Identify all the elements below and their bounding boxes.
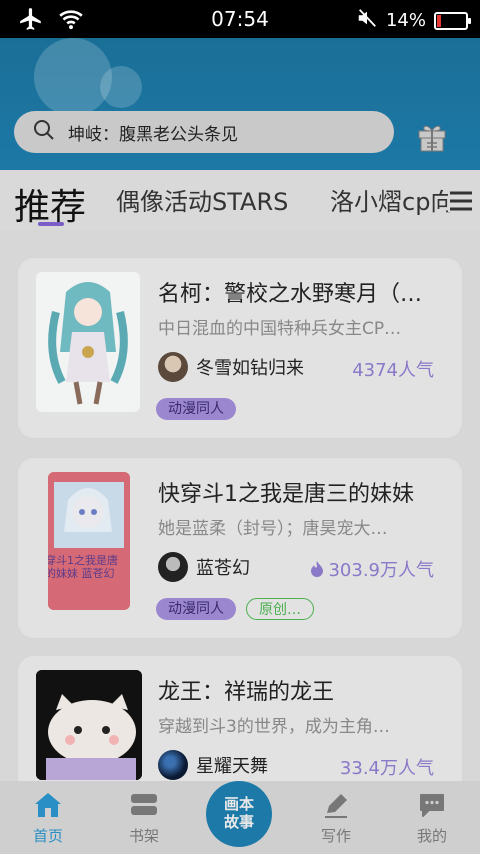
book-description: 她是蓝柔（封号）；唐昊宠大… — [158, 519, 388, 539]
mute-icon — [356, 7, 378, 34]
flame-icon — [310, 560, 324, 583]
nav-bookshelf-label: 书架 — [128, 827, 159, 845]
popularity-count: 4374人气 — [352, 360, 434, 381]
battery-icon — [434, 11, 471, 30]
nav-home-label: 首页 — [32, 827, 63, 845]
book-card[interactable]: 名柯：警校之水野寒月（… 中日混血的中国特种兵女主CP… 冬雪如钻归来 4374… — [18, 258, 462, 438]
popularity-count: 303.9万人气 — [310, 556, 434, 583]
decor-bubble — [34, 38, 112, 116]
tag-anime-fanfic[interactable]: 动漫同人 — [156, 398, 236, 420]
tag-original[interactable]: 原创… — [246, 598, 314, 620]
battery-percent: 14% — [385, 10, 426, 31]
tag-anime-fanfic[interactable]: 动漫同人 — [156, 598, 236, 620]
nav-home[interactable]: 首页 — [0, 781, 96, 846]
active-tab-indicator — [38, 222, 64, 226]
book-title: 快穿斗1之我是唐三的妹妹 — [158, 482, 414, 507]
book-author[interactable]: 星耀天舞 — [158, 750, 268, 780]
book-description: 穿越到斗3的世界，成为主角… — [158, 717, 390, 737]
search-placeholder: 坤岐：腹黑老公头条见 — [68, 124, 238, 145]
book-cover — [36, 670, 142, 780]
home-icon — [33, 791, 63, 819]
bottom-nav: 首页 书架 画本 故事 写作 我的 — [0, 781, 480, 854]
book-author[interactable]: 蓝苍幻 — [158, 552, 250, 582]
tab-luo-xiaoyi[interactable]: 洛小熠cp向 — [330, 182, 454, 217]
header-banner: 坤岐：腹黑老公头条见 — [0, 38, 480, 170]
bookshelf-icon — [129, 791, 159, 819]
chat-bubble-icon — [417, 791, 447, 819]
book-description: 中日混血的中国特种兵女主CP… — [158, 319, 402, 339]
pen-icon — [321, 791, 351, 819]
avatar — [158, 750, 188, 780]
nav-bookshelf[interactable]: 书架 — [96, 781, 192, 846]
book-cover — [36, 272, 140, 412]
draw-story-button[interactable]: 画本 故事 — [206, 781, 272, 847]
nav-me-label: 我的 — [416, 827, 447, 845]
author-name: 星耀天舞 — [196, 756, 268, 777]
book-cover: 快穿斗1之我是唐三的妹妹 蓝苍幻著 — [48, 472, 130, 610]
book-author[interactable]: 冬雪如钻归来 — [158, 352, 304, 382]
tab-idol-activity[interactable]: 偶像活动STARS — [116, 182, 288, 217]
nav-write-label: 写作 — [320, 827, 351, 845]
category-tabs: 推荐 偶像活动STARS 洛小熠cp向 — [0, 170, 480, 230]
book-card[interactable]: 龙王：祥瑞的龙王 穿越到斗3的世界，成为主角… 星耀天舞 33.4万人气 — [18, 656, 462, 796]
popularity-value: 303.9万人气 — [328, 560, 434, 581]
center-label-line2: 故事 — [223, 813, 254, 831]
avatar — [158, 352, 188, 382]
decor-bubble — [100, 66, 142, 108]
book-card[interactable]: 快穿斗1之我是唐三的妹妹 蓝苍幻著 快穿斗1之我是唐三的妹妹 她是蓝柔（封号）；… — [18, 458, 462, 638]
status-bar: 07:54 14% — [0, 0, 480, 38]
author-name: 蓝苍幻 — [196, 558, 250, 579]
nav-write[interactable]: 写作 — [288, 781, 384, 846]
search-icon — [32, 118, 56, 146]
gift-icon[interactable] — [416, 122, 448, 152]
center-label-line1: 画本 — [223, 795, 254, 813]
popularity-count: 33.4万人气 — [339, 758, 434, 779]
book-title: 名柯：警校之水野寒月（… — [158, 282, 423, 307]
search-bar[interactable]: 坤岐：腹黑老公头条见 — [14, 111, 394, 153]
avatar — [158, 552, 188, 582]
menu-icon[interactable] — [448, 190, 474, 212]
cover-title-text: 快穿斗1之我是唐三的妹妹 蓝苍幻著 — [48, 554, 118, 580]
author-name: 冬雪如钻归来 — [196, 358, 304, 379]
book-title: 龙王：祥瑞的龙王 — [158, 680, 335, 705]
nav-me[interactable]: 我的 — [384, 781, 480, 846]
